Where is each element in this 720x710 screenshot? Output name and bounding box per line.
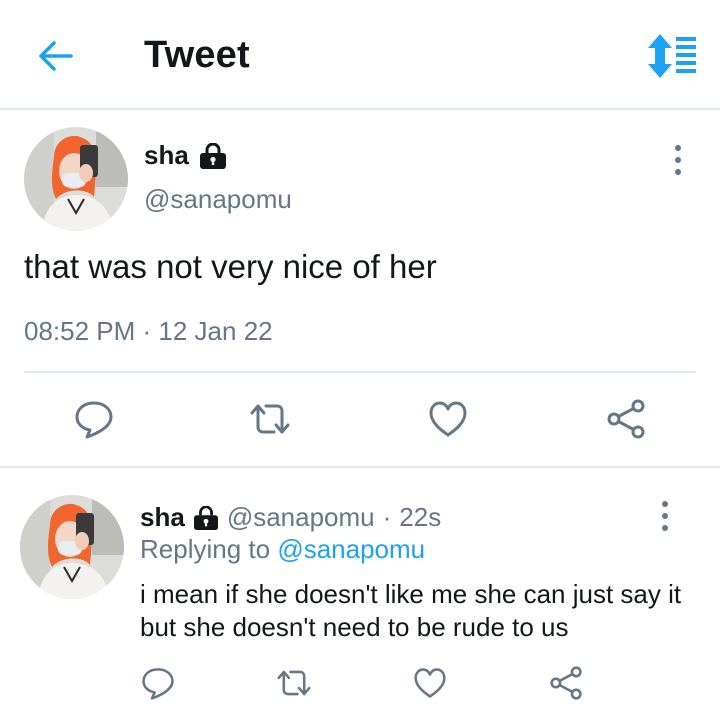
reply-share-button[interactable] (544, 661, 588, 705)
tweet-text: that was not very nice of her (24, 248, 437, 285)
reply-icon (142, 668, 174, 700)
reply-separator: · (382, 502, 392, 532)
like-button[interactable] (426, 397, 470, 441)
share-icon (607, 399, 645, 439)
like-icon (429, 401, 467, 437)
author-row: sha (144, 140, 227, 171)
back-button[interactable] (32, 36, 78, 76)
reply-button[interactable] (72, 397, 116, 441)
retweet-icon (277, 670, 311, 696)
reply-header: sha @sanapomu · 22s (140, 502, 441, 533)
reply-tweet: sha @sanapomu · 22s Replying to @sanapom… (0, 468, 720, 710)
page-title: Tweet (144, 34, 250, 76)
meta-separator: · (135, 316, 159, 346)
replying-to: Replying to @sanapomu (140, 534, 425, 565)
reply-avatar[interactable] (20, 495, 124, 599)
divider (24, 371, 696, 373)
sort-button[interactable] (646, 34, 698, 78)
more-options-button[interactable] (663, 140, 693, 180)
reply-text: i mean if she doesn't like me she can ju… (140, 579, 682, 642)
share-button[interactable] (604, 397, 648, 441)
author-handle[interactable]: @sanapomu (144, 184, 292, 215)
like-icon (414, 668, 446, 698)
reply-retweet-button[interactable] (272, 661, 316, 705)
retweet-icon (250, 404, 290, 434)
author-name[interactable]: sha (144, 140, 189, 171)
reply-reply-button[interactable] (136, 661, 180, 705)
app-header: Tweet (0, 0, 720, 110)
reply-author-name[interactable]: sha (140, 502, 185, 533)
sort-icon (648, 34, 696, 78)
lock-icon (193, 505, 218, 530)
main-tweet: sha @sanapomu that was not very nice of … (0, 110, 720, 468)
tweet-date: 12 Jan 22 (158, 316, 273, 346)
share-icon (550, 666, 582, 700)
reply-like-button[interactable] (408, 661, 452, 705)
retweet-button[interactable] (248, 397, 292, 441)
tweet-timestamp: 08:52 PM · 12 Jan 22 (24, 316, 273, 347)
tweet-time: 08:52 PM (24, 316, 136, 346)
replying-prefix: Replying to (140, 534, 271, 564)
reply-icon (75, 401, 113, 439)
reply-more-options-button[interactable] (650, 496, 680, 536)
lock-icon (199, 142, 226, 169)
back-arrow-icon (39, 41, 73, 71)
reply-age: 22s (399, 502, 442, 532)
reply-author-handle[interactable]: @sanapomu (227, 502, 375, 533)
avatar[interactable] (24, 127, 128, 231)
replying-mention[interactable]: @sanapomu (277, 534, 425, 564)
